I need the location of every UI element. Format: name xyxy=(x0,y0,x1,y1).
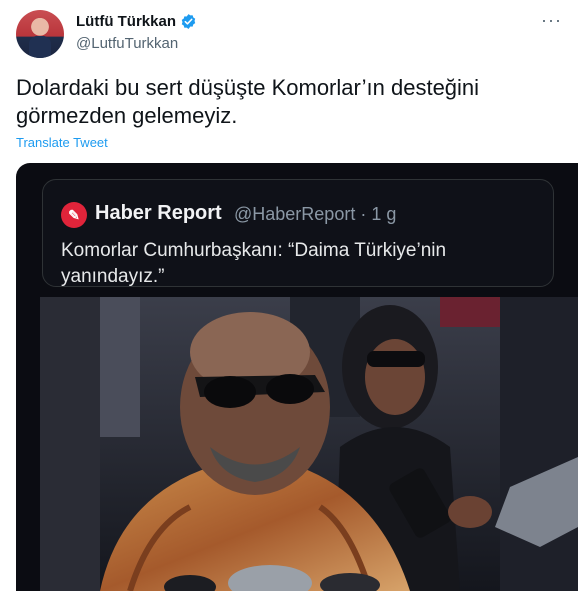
author-avatar[interactable] xyxy=(16,10,64,58)
author-handle[interactable]: @LutfuTurkkan xyxy=(76,35,178,52)
quoted-tweet-card: ✎ Haber Report @HaberReport · 1 g Komorl… xyxy=(42,179,554,287)
verified-badge-icon xyxy=(180,13,197,30)
tweet-header: Lütfü Türkkan @LutfuTurkkan ··· xyxy=(16,10,564,60)
quoted-author-name: Haber Report xyxy=(95,202,222,224)
haber-report-logo-icon: ✎ xyxy=(61,202,87,228)
quoted-tweet-text: Komorlar Cumhurbaşkanı: “Daima Türkiye’n… xyxy=(61,240,447,287)
tweet-text: Dolardaki bu sert düşüşte Komorlar’ın de… xyxy=(16,75,480,128)
more-options-icon[interactable]: ··· xyxy=(541,10,562,31)
quoted-time: · 1 g xyxy=(360,204,397,224)
press-photo xyxy=(40,297,578,591)
author-name-row: Lütfü Türkkan xyxy=(76,13,197,30)
author-name[interactable]: Lütfü Türkkan xyxy=(76,13,176,30)
quoted-author-handle: @HaberReport xyxy=(234,204,356,224)
translate-tweet-link[interactable]: Translate Tweet xyxy=(16,135,108,150)
tweet-media-image[interactable]: ✎ Haber Report @HaberReport · 1 g Komorl… xyxy=(16,163,578,591)
quoted-meta: @HaberReport · 1 g xyxy=(234,204,396,225)
